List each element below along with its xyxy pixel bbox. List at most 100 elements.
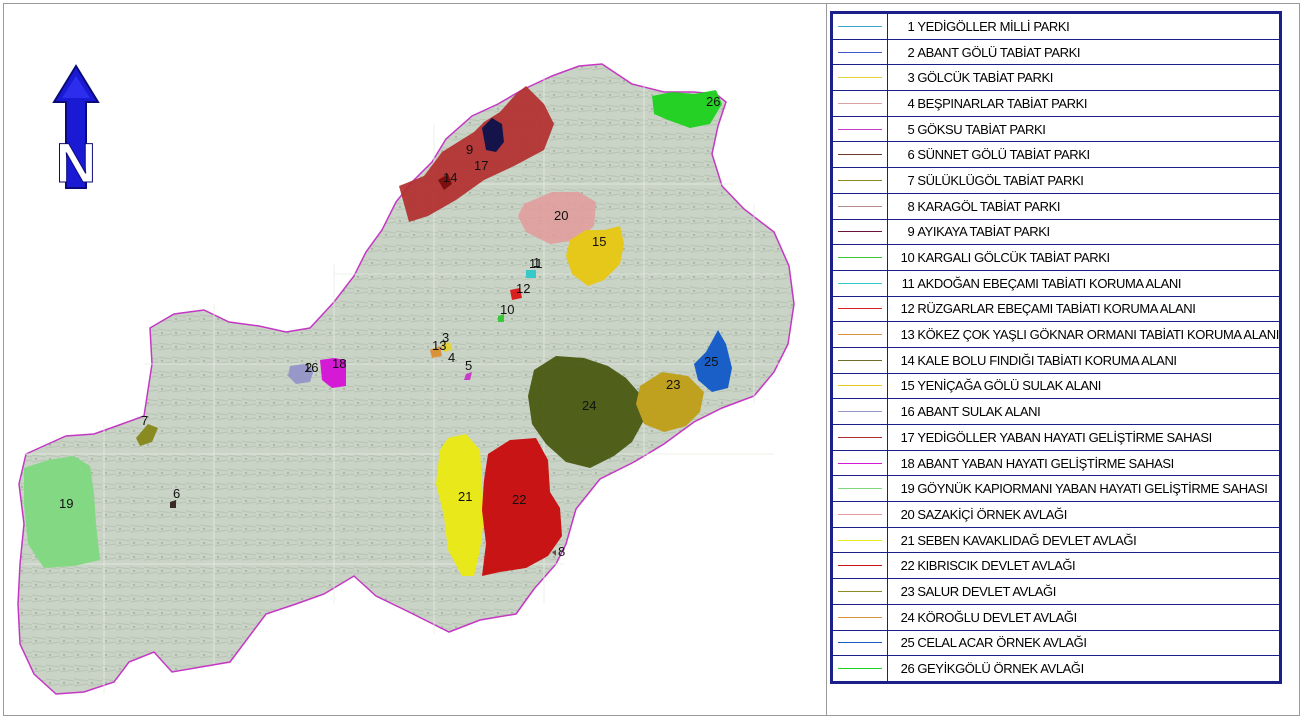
map-legend: 1 YEDİGÖLLER MİLLİ PARKI 2 ABANT GÖLÜ TABİA…	[830, 11, 1282, 684]
legend-swatch	[831, 346, 889, 374]
legend-entry: 19 GÖYNÜK KAPIORMANI YABAN HAYATI GELİŞTİ…	[887, 475, 1280, 503]
legend-label: KÖKEZ ÇOK YAŞLI GÖKNAR ORMANI TABİATI KO…	[917, 327, 1279, 343]
legend-swatch	[831, 244, 889, 271]
legend-label: ABANT SULAK ALANI	[917, 404, 1041, 420]
legend-swatch	[831, 13, 889, 40]
legend-line-icon	[838, 668, 883, 670]
legend-label: GÖLCÜK TABİAT PARKI	[917, 70, 1054, 86]
area-number-label: 23	[666, 377, 680, 392]
legend-label: KALE BOLU FINDIĞI TABİATI KORUMA ALANI	[917, 352, 1177, 368]
legend-line-icon	[838, 359, 883, 361]
legend-row: 17 YEDİGÖLLER YABAN HAYATI GELİŞTİRME SAH…	[831, 424, 1280, 451]
legend-row: 19 GÖYNÜK KAPIORMANI YABAN HAYATI GELİŞTİ…	[831, 475, 1280, 503]
legend-entry: 26 GEYİKGÖLÜ ÖRNEK AVLAĞI	[887, 655, 1280, 682]
legend-entry: 1 YEDİGÖLLER MİLLİ PARKI	[887, 13, 1280, 40]
legend-row: 23 SALUR DEVLET AVLAĞI	[831, 578, 1280, 605]
legend-line-icon	[838, 25, 883, 27]
legend-entry: 13 KÖKEZ ÇOK YAŞLI GÖKNAR ORMANI TABİATI …	[887, 321, 1280, 348]
legend-swatch	[831, 269, 889, 297]
area-number-label: 9	[466, 142, 473, 157]
legend-swatch	[831, 578, 889, 605]
legend-row: 11 AKDOĞAN EBEÇAMI TABİATI KORUMA ALANI	[831, 269, 1280, 297]
legend-entry: 10 KARGALI GÖLCÜK TABİAT PARKI	[887, 244, 1280, 271]
legend-label: YENİÇAĞA GÖLÜ SULAK ALANI	[917, 378, 1101, 394]
area-number-label: 25	[704, 354, 718, 369]
legend-swatch	[831, 141, 889, 169]
legend-label: BEŞPINARLAR TABİAT PARKI	[917, 95, 1088, 111]
area-number-label: 21	[458, 489, 472, 504]
legend-entry: 2 ABANT GÖLÜ TABİAT PARKI	[887, 38, 1280, 66]
area-number-label: 16	[304, 360, 318, 375]
legend-row: 2 ABANT GÖLÜ TABİAT PARKI	[831, 38, 1280, 66]
legend-entry: 5 GÖKSU TABİAT PARKI	[887, 115, 1280, 143]
legend-number: 11	[901, 275, 915, 291]
legend-entry: 22 KIBRISCIK DEVLET AVLAĞI	[887, 552, 1280, 580]
legend-row: 9 AYIKAYA TABİAT PARKI	[831, 218, 1280, 246]
legend-number: 23	[900, 583, 915, 599]
province-map: N 123456789101112131415161718192021 22232…	[17, 63, 795, 695]
legend-label: ABANT YABAN HAYATI GELİŞTİRME SAHASI	[917, 455, 1174, 471]
legend-line-icon	[838, 539, 883, 541]
legend-number: 25	[900, 635, 915, 651]
legend-number: 24	[900, 609, 915, 625]
legend-line-icon	[838, 565, 883, 567]
legend-row: 13 KÖKEZ ÇOK YAŞLI GÖKNAR ORMANI TABİATI …	[831, 321, 1280, 348]
legend-entry: 25 CELAL ACAR ÖRNEK AVLAĞI	[887, 629, 1280, 657]
legend-line-icon	[838, 308, 883, 310]
legend-number: 8	[907, 198, 915, 214]
legend-line-icon	[838, 231, 883, 233]
legend-row: 4 BEŞPINARLAR TABİAT PARKI	[831, 90, 1280, 117]
legend-entry: 3 GÖLCÜK TABİAT PARKI	[887, 64, 1280, 92]
legend-number: 6	[907, 147, 915, 163]
legend-row: 3 GÖLCÜK TABİAT PARKI	[831, 64, 1280, 92]
legend-swatch	[831, 501, 889, 528]
legend-label: SALUR DEVLET AVLAĞI	[917, 583, 1056, 599]
legend-label: AYIKAYA TABİAT PARKI	[917, 224, 1050, 240]
legend-label: SAZAKİÇİ ÖRNEK AVLAĞI	[917, 506, 1067, 522]
area-number-label: 20	[554, 208, 568, 223]
legend-swatch	[831, 449, 889, 477]
legend-number: 4	[907, 95, 915, 111]
legend-label: GÖKSU TABİAT PARKI	[917, 121, 1046, 137]
area-number-label: 18	[332, 356, 346, 371]
area-number-label: 10	[500, 302, 514, 317]
area-number-label: 13	[432, 338, 446, 353]
legend-line-icon	[838, 334, 883, 336]
legend-line-icon	[838, 51, 883, 53]
legend-entry: 6 SÜNNET GÖLÜ TABİAT PARKI	[887, 141, 1280, 169]
legend-swatch	[831, 603, 889, 631]
legend-row: 18 ABANT YABAN HAYATI GELİŞTİRME SAHASI	[831, 449, 1280, 477]
legend-row: 12 RÜZGARLAR EBEÇAMI TABİATI KORUMA ALANI	[831, 295, 1280, 323]
legend-entry: 23 SALUR DEVLET AVLAĞI	[887, 578, 1280, 605]
legend-label: KIBRISCIK DEVLET AVLAĞI	[917, 558, 1076, 574]
legend-swatch	[831, 372, 889, 400]
legend-label: SÜLÜKLÜGÖL TABİAT PARKI	[917, 172, 1084, 188]
legend-swatch	[831, 192, 889, 220]
legend-swatch	[831, 218, 889, 246]
legend-line-icon	[838, 154, 883, 156]
legend-row: 6 SÜNNET GÖLÜ TABİAT PARKI	[831, 141, 1280, 169]
area-number-label: 12	[516, 281, 530, 296]
area-11-polygon	[526, 270, 536, 278]
area-number-label: 14	[443, 170, 457, 185]
area-number-label: 6	[173, 486, 180, 501]
legend-number: 10	[900, 250, 915, 266]
legend-number: 3	[907, 70, 915, 86]
legend-swatch	[831, 64, 889, 92]
legend-entry: 4 BEŞPINARLAR TABİAT PARKI	[887, 90, 1280, 117]
legend-number: 1	[907, 18, 915, 34]
legend-label: YEDİGÖLLER MİLLİ PARKI	[917, 18, 1070, 34]
area-number-label: 17	[474, 158, 488, 173]
area-number-label: 24	[582, 398, 596, 413]
area-19-polygon	[24, 456, 100, 568]
legend-label: KARAGÖL TABİAT PARKI	[917, 198, 1061, 214]
legend-number: 12	[900, 301, 915, 317]
legend-swatch	[831, 295, 889, 323]
legend-line-icon	[838, 102, 883, 104]
legend-label: CELAL ACAR ÖRNEK AVLAĞI	[917, 635, 1087, 651]
legend-number: 16	[900, 404, 915, 420]
legend-entry: 15 YENİÇAĞA GÖLÜ SULAK ALANI	[887, 372, 1280, 400]
legend-number: 21	[900, 532, 915, 548]
legend-number: 14	[900, 352, 915, 368]
legend-entry: 18 ABANT YABAN HAYATI GELİŞTİRME SAHASI	[887, 449, 1280, 477]
